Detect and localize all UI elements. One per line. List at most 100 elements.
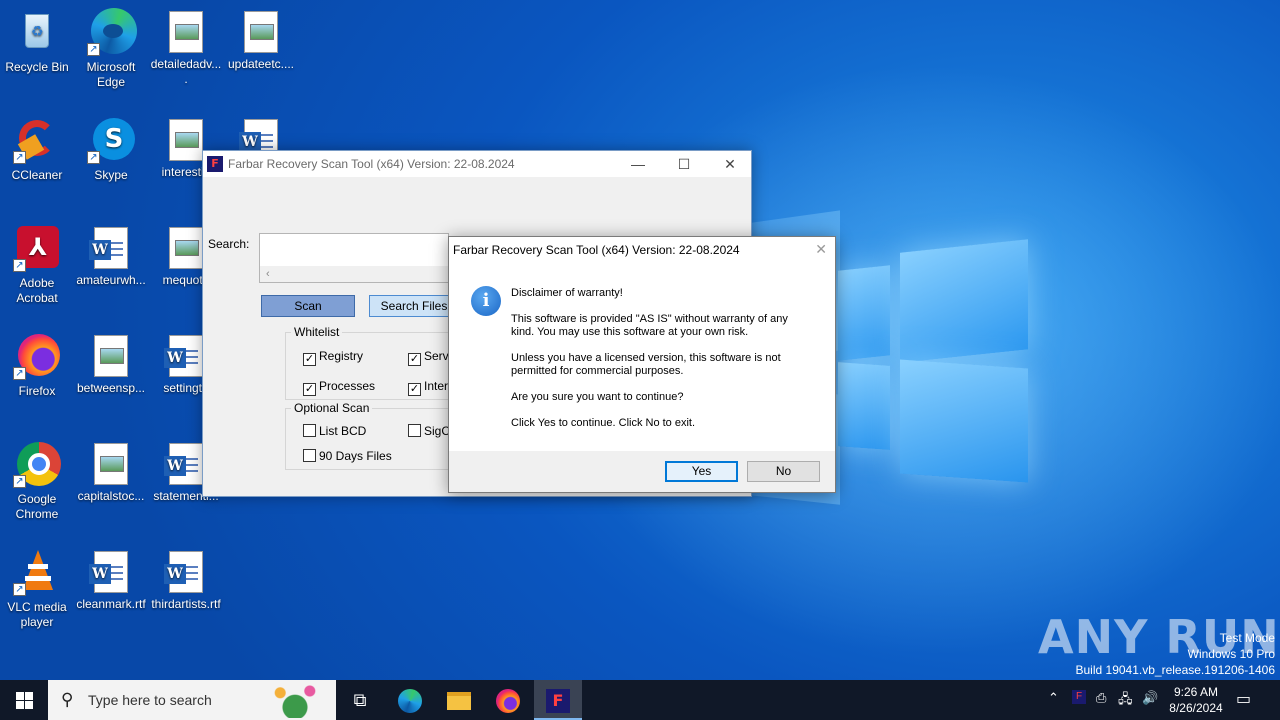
desktop-icon-skype[interactable]: S ↗ Skype bbox=[75, 116, 147, 183]
no-button[interactable]: No bbox=[747, 461, 820, 482]
windows-logo-pane bbox=[838, 265, 890, 361]
image-file-icon bbox=[169, 11, 203, 53]
info-icon: i bbox=[471, 286, 501, 316]
optional-scan-title: Optional Scan bbox=[291, 401, 373, 415]
desktop-icon-microsoft-edge[interactable]: ↗ Microsoft Edge bbox=[75, 8, 147, 90]
frst-tray-icon[interactable]: F bbox=[1072, 690, 1086, 704]
desktop-icon-vlc[interactable]: ↗ VLC media player bbox=[1, 548, 73, 630]
desktop-icon-recycle-bin[interactable]: ♻ Recycle Bin bbox=[1, 8, 73, 75]
maximize-button[interactable]: ☐ bbox=[661, 151, 707, 177]
dialog-close-button[interactable]: ✕ bbox=[815, 241, 827, 258]
start-button[interactable] bbox=[0, 680, 48, 720]
desktop-icon-betweensp[interactable]: betweensp... bbox=[75, 332, 147, 396]
checkbox-box bbox=[303, 424, 316, 437]
desktop-icon-cleanmark[interactable]: W cleanmark.rtf bbox=[75, 548, 147, 612]
yes-button[interactable]: Yes bbox=[665, 461, 738, 482]
dialog-message: Disclaimer of warranty! This software is… bbox=[511, 287, 811, 443]
desktop-icon-label: VLC media player bbox=[7, 600, 67, 629]
desktop-icon-detailedadv[interactable]: detailedadv.... bbox=[150, 8, 222, 87]
scan-button[interactable]: Scan bbox=[261, 295, 355, 317]
registry-checkbox[interactable]: ✓ Registry bbox=[303, 349, 363, 366]
checkbox-label: Processes bbox=[319, 379, 376, 393]
windows-icon bbox=[25, 701, 33, 709]
minimize-button[interactable]: — bbox=[615, 151, 661, 177]
search-icon: ⚲ bbox=[61, 690, 74, 709]
image-file-icon bbox=[169, 227, 203, 269]
dialog-title: Farbar Recovery Scan Tool (x64) Version:… bbox=[453, 243, 740, 257]
whitelist-title: Whitelist bbox=[291, 325, 343, 339]
edge-icon bbox=[398, 689, 422, 714]
taskbar-file-explorer[interactable] bbox=[435, 680, 483, 720]
search-files-button[interactable]: Search Files bbox=[369, 295, 459, 317]
horizontal-scrollbar[interactable]: ‹ bbox=[260, 266, 448, 282]
search-label: Search: bbox=[208, 237, 250, 251]
desktop-icon-label: updateetc.... bbox=[227, 57, 295, 71]
desktop-icon-label: thirdartists.rtf bbox=[151, 597, 221, 611]
task-view-icon: ⧉ bbox=[353, 690, 367, 710]
word-file-icon: W bbox=[89, 551, 128, 593]
desktop-icon-capitalstoc[interactable]: capitalstoc... bbox=[75, 440, 147, 504]
edge-icon: ↗ bbox=[87, 8, 137, 56]
desktop-icon-label: Adobe Acrobat bbox=[16, 276, 58, 305]
checkbox-label: 90 Days Files bbox=[319, 449, 392, 463]
desktop-icon-label: betweensp... bbox=[76, 381, 146, 395]
show-hidden-icons-chevron-icon[interactable]: ⌃ bbox=[1048, 690, 1059, 706]
desktop-icon-label: Microsoft Edge bbox=[86, 60, 136, 89]
word-file-icon: W bbox=[164, 335, 203, 377]
desktop-icon-firefox[interactable]: ↗ Firefox bbox=[1, 332, 73, 399]
skype-icon: S ↗ bbox=[87, 116, 135, 164]
word-file-icon: W bbox=[89, 227, 128, 269]
watermark-line: Build 19041.vb_release.191206-1406 bbox=[1075, 663, 1276, 677]
watermark-line: Windows 10 Pro bbox=[1187, 647, 1275, 661]
recycle-bin-icon: ♻ bbox=[13, 8, 61, 56]
taskbar-firefox[interactable] bbox=[484, 680, 532, 720]
notification-center-icon[interactable]: ▭ bbox=[1236, 689, 1251, 709]
scroll-left-icon[interactable]: ‹ bbox=[266, 268, 270, 280]
checkmark-icon: ✓ bbox=[303, 383, 316, 396]
volume-icon[interactable]: 🔊 bbox=[1142, 690, 1158, 706]
desktop-icon-label: amateurwh... bbox=[76, 273, 146, 287]
services-checkbox[interactable]: ✓ Servi bbox=[408, 349, 451, 366]
taskbar-edge[interactable] bbox=[386, 680, 434, 720]
desktop-icon-label: detailedadv.... bbox=[150, 57, 222, 86]
close-button[interactable]: ✕ bbox=[707, 151, 753, 177]
windows-icon bbox=[16, 692, 24, 700]
checkbox-box bbox=[303, 449, 316, 462]
checkbox-box bbox=[408, 424, 421, 437]
desktop-icon-ccleaner[interactable]: ↗ CCleaner bbox=[1, 116, 73, 183]
taskbar: ⚲ Type here to search ⧉ F ⌃ F ⎙ 🖧 🔊 9:26… bbox=[0, 680, 1280, 720]
word-file-icon: W bbox=[164, 551, 203, 593]
checkbox-label: Registry bbox=[319, 349, 364, 363]
90-days-files-checkbox[interactable]: 90 Days Files bbox=[303, 449, 392, 463]
message-line: Are you sure you want to continue? bbox=[511, 391, 684, 403]
device-icon[interactable]: ⎙ bbox=[1096, 690, 1106, 706]
system-clock[interactable]: 9:26 AM 8/26/2024 bbox=[1160, 684, 1232, 716]
dialog-footer: Yes No bbox=[449, 451, 835, 492]
message-line: This software is provided "AS IS" withou… bbox=[511, 313, 788, 338]
windows-icon bbox=[25, 692, 33, 700]
taskbar-frst[interactable]: F bbox=[534, 680, 582, 720]
desktop-icon-google-chrome[interactable]: ↗ Google Chrome bbox=[1, 440, 73, 522]
image-file-icon bbox=[94, 335, 128, 377]
network-icon[interactable]: 🖧 bbox=[1118, 690, 1133, 712]
acrobat-icon: ⅄ ↗ bbox=[13, 224, 61, 272]
windows-logo-pane bbox=[900, 239, 1028, 363]
processes-checkbox[interactable]: ✓ Processes bbox=[303, 379, 375, 396]
word-file-icon: W bbox=[164, 443, 203, 485]
checkbox-label: List BCD bbox=[319, 424, 367, 438]
taskbar-search-box[interactable]: ⚲ Type here to search bbox=[48, 680, 336, 720]
watermark-line: Test Mode bbox=[1219, 631, 1275, 645]
frst-window-title: Farbar Recovery Scan Tool (x64) Version:… bbox=[228, 157, 515, 171]
desktop-icon-thirdartists[interactable]: W thirdartists.rtf bbox=[150, 548, 222, 612]
frst-titlebar[interactable]: F Farbar Recovery Scan Tool (x64) Versio… bbox=[203, 151, 751, 177]
desktop-icon-amateurwh[interactable]: W amateurwh... bbox=[75, 224, 147, 288]
desktop-icon-updateetc[interactable]: updateetc.... bbox=[225, 8, 297, 72]
task-view-button[interactable]: ⧉ bbox=[336, 680, 384, 720]
desktop: ♻ Recycle Bin ↗ CCleaner ⅄ ↗ Adobe Acrob… bbox=[0, 0, 1280, 680]
desktop-icon-label: Firefox bbox=[18, 384, 56, 398]
desktop-icon-adobe-acrobat[interactable]: ⅄ ↗ Adobe Acrobat bbox=[1, 224, 73, 306]
desktop-icon-label: Recycle Bin bbox=[5, 60, 69, 74]
list-bcd-checkbox[interactable]: List BCD bbox=[303, 424, 366, 438]
message-line: Disclaimer of warranty! bbox=[511, 287, 623, 299]
desktop-icon-label: CCleaner bbox=[11, 168, 63, 182]
